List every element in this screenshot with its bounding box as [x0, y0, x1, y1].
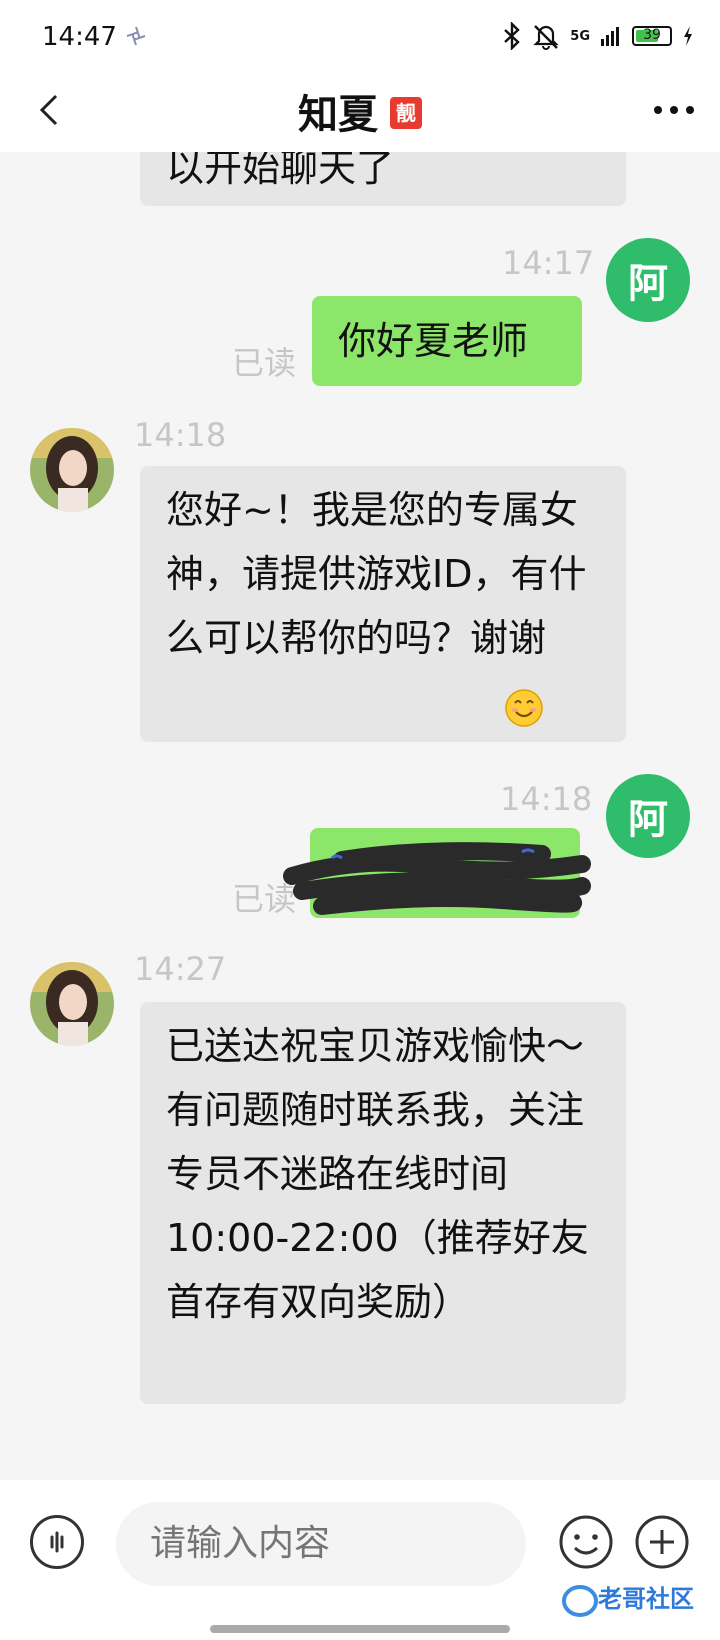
message-bubble-peer[interactable]: 您好~！我是您的专属女神，请提供游戏ID，有什么可以帮你的吗？谢谢 [140, 466, 626, 742]
avatar[interactable] [30, 428, 114, 512]
more-actions-button[interactable] [634, 1514, 690, 1570]
message-timestamp: 14:27 [134, 950, 227, 988]
message-timestamp: 14:17 [502, 244, 595, 282]
message-timestamp: 14:18 [500, 780, 593, 818]
watermark-text: 老哥社区 [598, 1585, 694, 1613]
message-text: 你好夏老师 [338, 319, 529, 363]
network-type-label: 5G [570, 28, 590, 44]
status-badge: 靓 [390, 97, 422, 129]
message-bubble-self[interactable]: 你好夏老师 [312, 296, 582, 386]
status-bar: 14:47 5G 39 [0, 0, 720, 72]
voice-wave-icon [50, 1531, 64, 1553]
message-text: 您好~！我是您的专属女神，请提供游戏ID，有什么可以帮你的吗？谢谢 [166, 488, 587, 660]
contact-name: 知夏 [298, 92, 378, 138]
app-notification-icon [126, 26, 146, 46]
mute-bell-icon [533, 25, 559, 50]
chat-header: 知夏靓 [0, 72, 720, 152]
emoji-button[interactable] [558, 1514, 614, 1570]
profile-photo [30, 962, 114, 1046]
avatar[interactable] [30, 962, 114, 1046]
redaction-scribble [283, 842, 591, 915]
smile-emoji-icon [505, 689, 543, 727]
avatar[interactable]: 阿 [606, 238, 690, 322]
message-bubble-peer[interactable]: 已送达祝宝贝游戏愉快～有问题随时联系我，关注专员不迷路在线时间10:00-22:… [140, 1002, 626, 1404]
voice-input-button[interactable] [30, 1515, 84, 1569]
profile-photo [30, 428, 114, 512]
page-title: 知夏靓 [0, 82, 720, 140]
message-text: 以开始聊天了 [166, 152, 395, 190]
status-icons: 5G 39 [502, 20, 694, 52]
watermark-logo: 老哥社区 [562, 1585, 694, 1617]
read-receipt: 已读 [232, 344, 297, 382]
more-options-icon[interactable] [654, 102, 694, 118]
message-text: 已送达祝宝贝游戏愉快～有问题随时联系我，关注专员不迷路在线时间10:00-22:… [166, 1024, 589, 1324]
bluetooth-icon [504, 22, 521, 50]
home-indicator[interactable] [210, 1625, 510, 1633]
avatar[interactable]: 阿 [606, 774, 690, 858]
message-list[interactable]: 以开始聊天了 14:17 阿 已读 你好夏老师 14:18 您好~！我是您的专属… [0, 152, 720, 1480]
message-bubble-peer[interactable]: 以开始聊天了 [140, 152, 626, 206]
message-timestamp: 14:18 [134, 416, 227, 454]
avatar-label: 阿 [628, 797, 668, 843]
avatar-label: 阿 [628, 261, 668, 307]
status-time: 14:47 [42, 22, 117, 52]
battery-icon: 39 [632, 26, 672, 46]
message-input[interactable] [116, 1502, 526, 1586]
signal-icon [601, 27, 619, 46]
charging-icon [684, 26, 692, 46]
battery-level: 39 [643, 27, 661, 43]
